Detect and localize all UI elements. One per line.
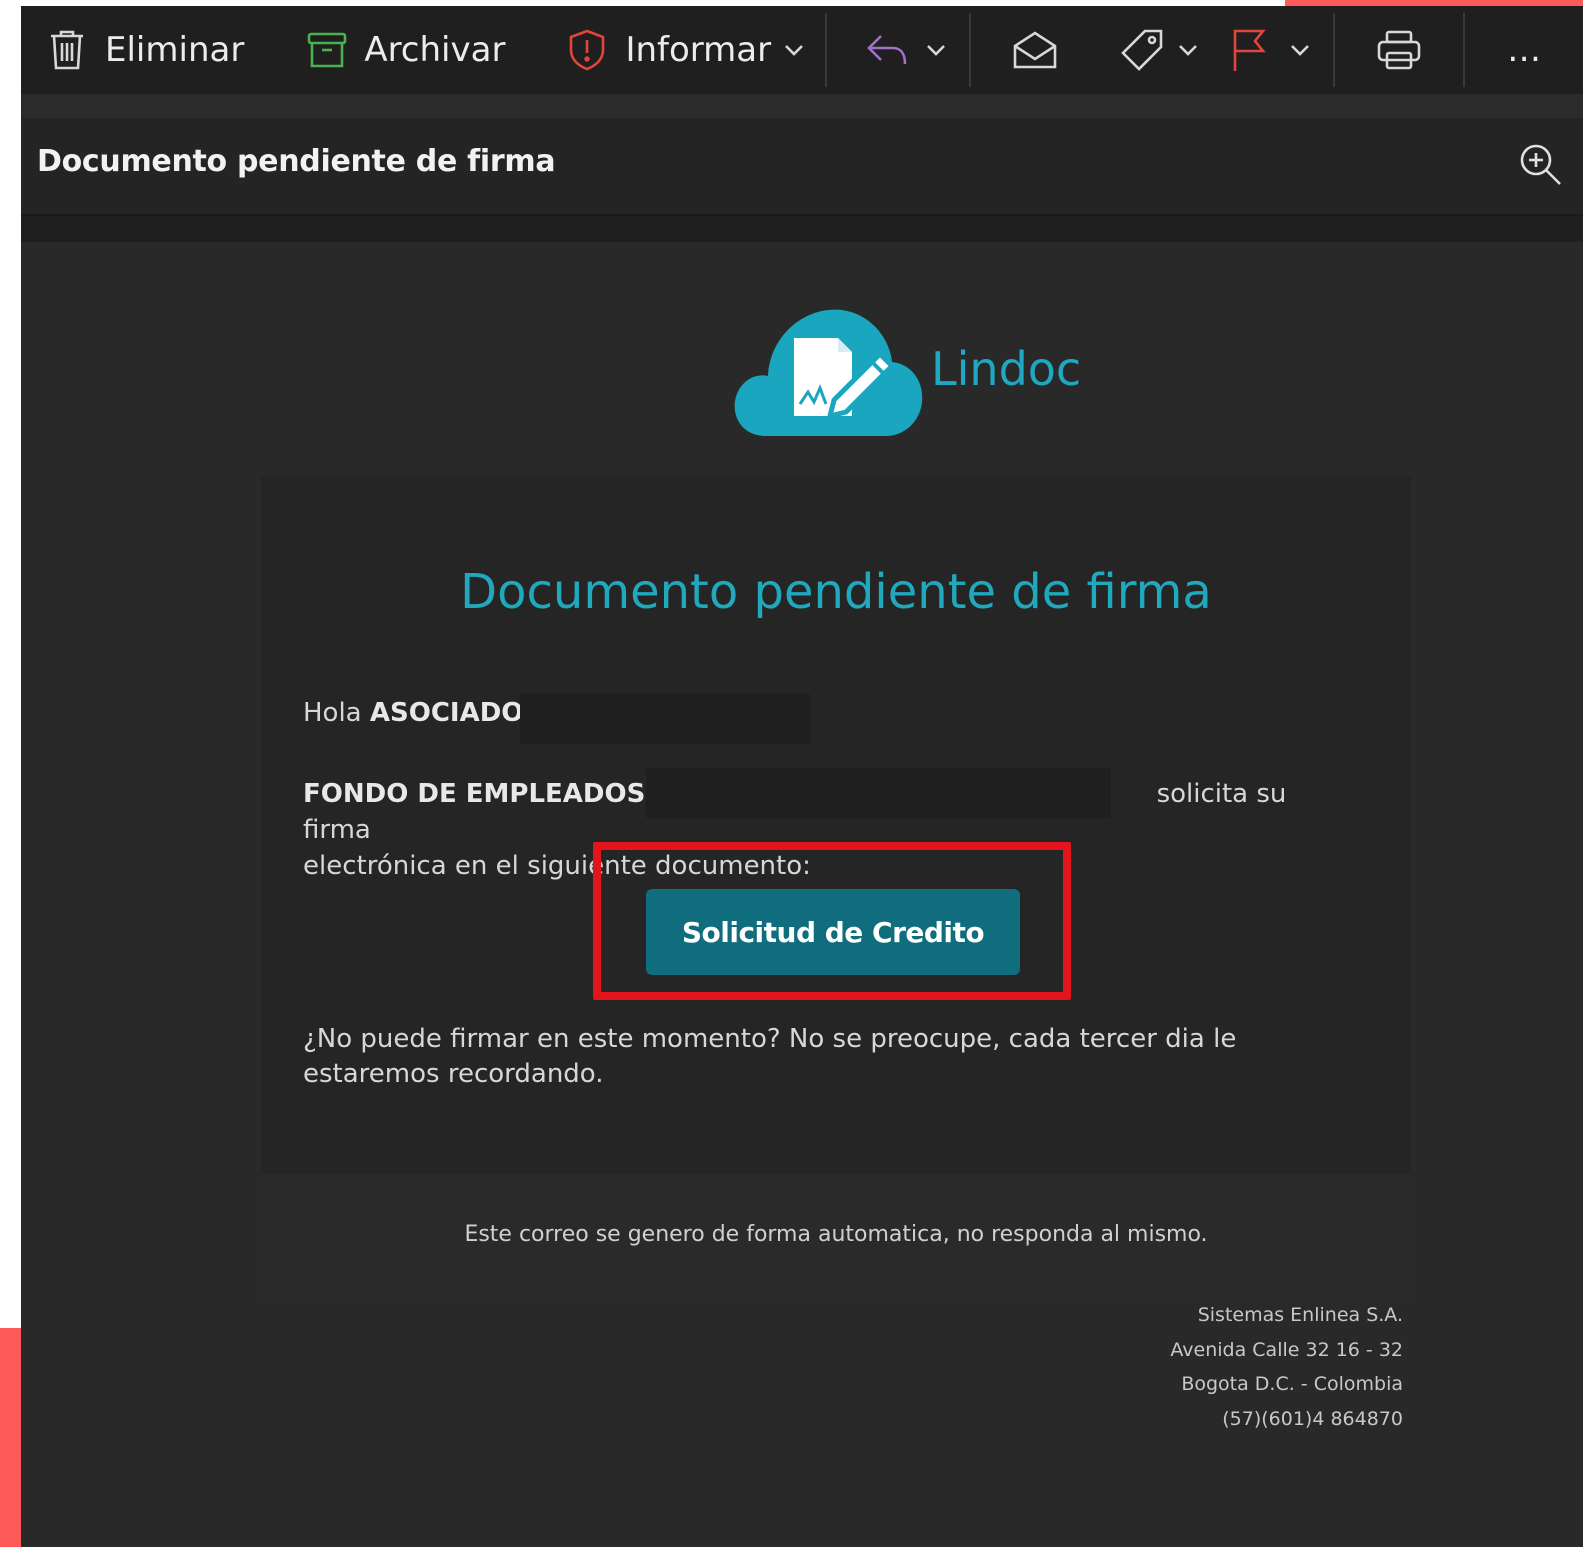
report-button[interactable]: Informar [567,20,805,80]
subject-header: Documento pendiente de firma [21,118,1583,216]
chevron-down-icon [1289,43,1311,57]
chevron-down-icon [783,43,805,57]
company-name: Sistemas Enlinea S.A. [1197,1304,1403,1326]
mail-reading-pane: Eliminar Archivar Informar … Documento p… [21,6,1583,1547]
archive-icon [306,29,348,71]
greeting-prefix: Hola [303,698,362,728]
sender-address-block: Sistemas Enlinea S.A. Avenida Calle 32 1… [1021,1298,1403,1436]
reminder-note: ¿No puede firmar en este momento? No se … [303,1024,1237,1089]
header-divider [21,216,1583,242]
redacted-name [520,694,810,744]
toolbar-divider [969,13,972,87]
sign-document-button[interactable]: Solicitud de Credito [646,889,1020,975]
tag-icon [1119,27,1165,73]
greeting: Hola ASOCIADO [303,698,523,728]
greeting-name: ASOCIADO [369,698,524,728]
message-subject: Documento pendiente de firma [37,144,556,179]
sender-name: FONDO DE EMPLEADOS I [303,779,665,809]
more-icon: … [1507,30,1542,70]
flag-icon [1229,27,1269,73]
reply-icon [865,32,909,68]
flag-button[interactable] [1229,20,1311,80]
categorize-button[interactable] [1119,20,1199,80]
toolbar-divider [825,13,828,87]
toolbar-divider [1333,13,1336,87]
mark-read-button[interactable] [1011,20,1059,80]
trash-icon [47,28,87,72]
delete-label: Eliminar [105,30,245,70]
chevron-down-icon [925,43,947,57]
open-envelope-icon [1011,30,1059,70]
lindoc-logo [726,296,926,450]
phone-number: (57)(601)4 864870 [1222,1407,1403,1430]
email-card: Documento pendiente de firma Hola ASOCIA… [261,476,1411,1174]
zoom-in-icon[interactable] [1516,140,1564,192]
print-icon [1375,29,1423,71]
reply-button[interactable] [865,20,947,80]
archive-button[interactable]: Archivar [306,20,505,80]
city: Bogota D.C. - Colombia [1181,1373,1403,1395]
delete-button[interactable]: Eliminar [47,20,244,80]
brand-name: Lindoc [931,342,1082,396]
shield-icon [567,28,607,72]
corner-decoration-left [0,1328,21,1547]
archive-label: Archivar [364,30,506,70]
toolbar-divider [1463,13,1466,87]
print-button[interactable] [1375,20,1423,80]
redacted-sender [646,768,1111,818]
report-label: Informar [625,30,772,70]
toolbar: Eliminar Archivar Informar … [21,6,1583,94]
auto-message: Este correo se genero de forma automatic… [464,1222,1208,1247]
email-footer: Este correo se genero de forma automatic… [261,1174,1411,1302]
toolbar-spacer [21,94,1583,118]
more-options-button[interactable]: … [1507,20,1541,80]
email-title: Documento pendiente de firma [460,564,1212,620]
chevron-down-icon [1177,43,1199,57]
street-address: Avenida Calle 32 16 - 32 [1170,1338,1403,1361]
